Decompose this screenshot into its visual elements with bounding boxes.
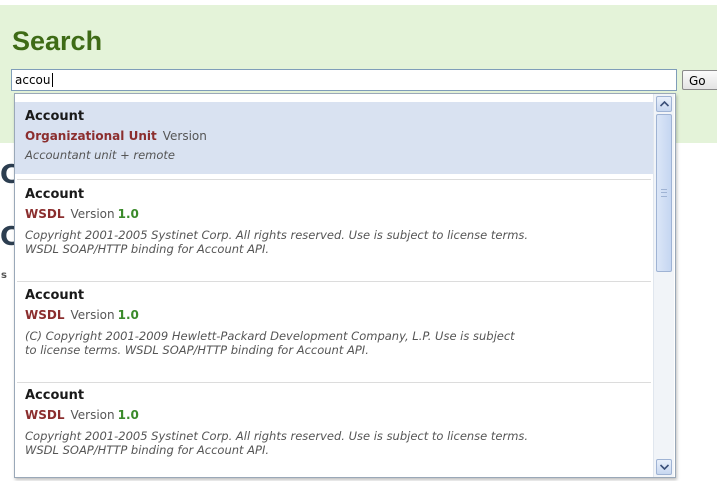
- grip-icon: [661, 189, 667, 197]
- go-button[interactable]: Go: [682, 70, 717, 90]
- background-text-fragment: s: [1, 270, 7, 281]
- search-title: Search: [12, 26, 103, 56]
- result-meta: WSDL Version 1.0: [25, 407, 139, 423]
- search-input-value: accou: [15, 73, 51, 87]
- result-title: Account: [25, 109, 85, 124]
- result-description-line: Copyright 2001-2005 Systinet Corp. All r…: [25, 429, 529, 443]
- result-type: WSDL: [25, 308, 65, 322]
- result-version-label: Version: [70, 207, 115, 221]
- result-type: Organizational Unit: [25, 129, 157, 143]
- result-item[interactable]: Account WSDL Version 1.0 Copyright 2001-20…: [15, 180, 653, 280]
- result-item[interactable]: Account Organizational Unit Version Accou…: [15, 102, 653, 174]
- result-description-line: WSDL SOAP/HTTP binding for Account API.: [25, 443, 270, 457]
- result-description-line: Copyright 2001-2005 Systinet Corp. All r…: [25, 228, 529, 242]
- result-item[interactable]: Account WSDL Version 1.0 (C) Copyright 200…: [15, 282, 653, 382]
- result-meta: Organizational Unit Version: [25, 128, 207, 144]
- result-version-number: 1.0: [117, 308, 139, 322]
- result-title: Account: [25, 288, 85, 303]
- result-title: Account: [25, 388, 85, 403]
- search-input[interactable]: accou: [11, 69, 677, 91]
- result-list: Account Organizational Unit Version Accou…: [15, 94, 653, 477]
- result-meta: WSDL Version 1.0: [25, 307, 139, 323]
- vertical-scrollbar[interactable]: [653, 94, 674, 477]
- result-item[interactable]: Account WSDL Version 1.0 Copyright 2001-20…: [15, 383, 653, 477]
- chevron-down-icon: [659, 464, 669, 470]
- result-type: WSDL: [25, 207, 65, 221]
- chevron-up-icon: [659, 101, 669, 107]
- result-version-label: Version: [162, 129, 207, 143]
- result-description: Accountant unit + remote: [25, 148, 175, 162]
- result-type: WSDL: [25, 408, 65, 422]
- result-version-number: 1.0: [117, 408, 139, 422]
- result-title: Account: [25, 187, 85, 202]
- result-version-number: 1.0: [117, 207, 139, 221]
- result-description-line: WSDL SOAP/HTTP binding for Account API.: [25, 242, 270, 256]
- result-description-line: (C) Copyright 2001-2009 Hewlett-Packard …: [25, 329, 515, 343]
- result-meta: WSDL Version 1.0: [25, 206, 139, 222]
- result-description-line: to license terms. WSDL SOAP/HTTP binding…: [25, 343, 369, 357]
- scroll-thumb[interactable]: [656, 114, 672, 272]
- page: Search accou Go C C s Account Organizati…: [0, 0, 717, 481]
- result-version-label: Version: [70, 408, 115, 422]
- autocomplete-dropdown: Account Organizational Unit Version Accou…: [14, 93, 676, 478]
- scroll-up-button[interactable]: [656, 96, 672, 112]
- text-caret: [51, 73, 53, 87]
- scroll-down-button[interactable]: [656, 459, 672, 475]
- result-version-label: Version: [70, 308, 115, 322]
